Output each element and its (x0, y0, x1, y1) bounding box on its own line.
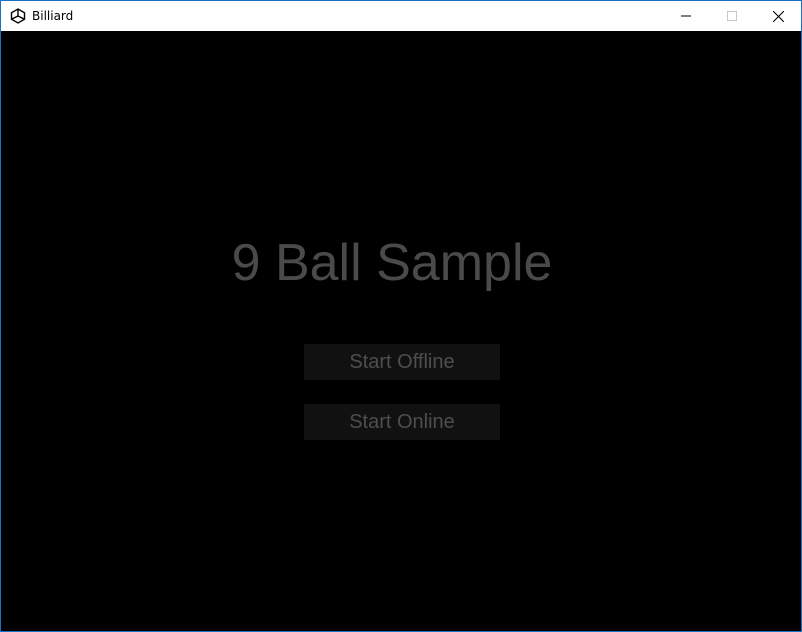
close-icon (772, 10, 784, 22)
game-viewport: 9 Ball Sample Start Offline Start Online (1, 31, 801, 631)
minimize-button[interactable] (663, 1, 709, 31)
maximize-button[interactable] (709, 1, 755, 31)
start-online-button[interactable]: Start Online (304, 404, 500, 440)
unity-icon (10, 8, 26, 24)
title-bar[interactable]: Billiard (1, 1, 801, 31)
window-title: Billiard (32, 9, 74, 23)
start-offline-button[interactable]: Start Offline (304, 344, 500, 380)
maximize-icon (727, 11, 737, 21)
app-window: Billiard 9 Ball Sample Start Offline Sta… (0, 0, 802, 632)
game-title: 9 Ball Sample (231, 234, 553, 292)
close-button[interactable] (755, 1, 801, 31)
minimize-icon (681, 15, 691, 17)
